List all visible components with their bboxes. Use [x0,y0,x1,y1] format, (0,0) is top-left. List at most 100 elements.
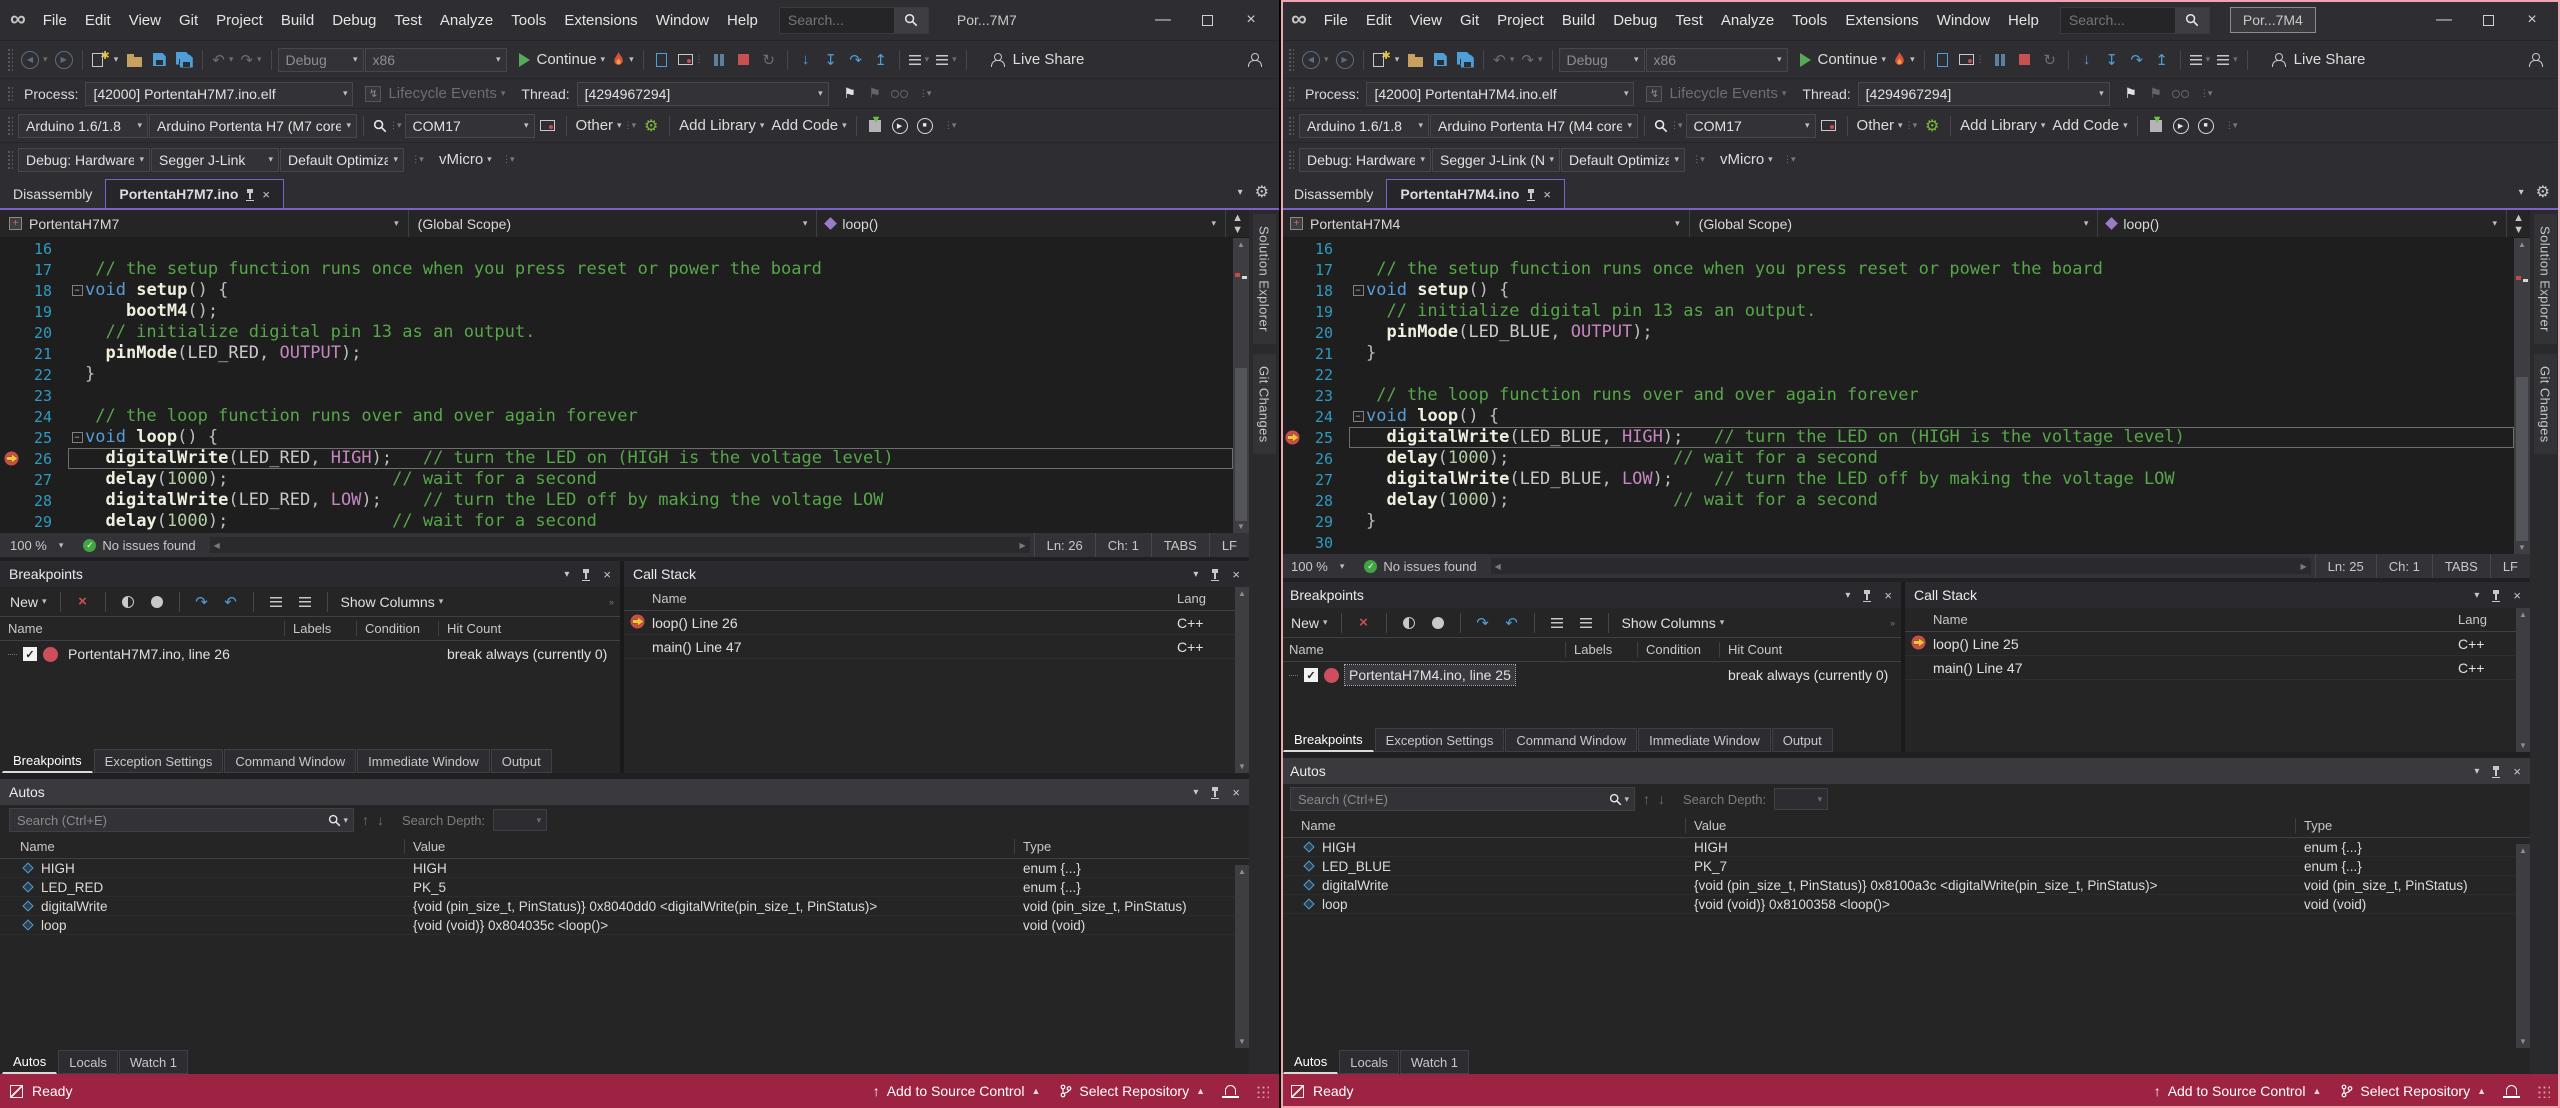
panel-close-icon[interactable]: × [603,567,611,582]
code-text[interactable]: // the setup function runs once when you… [85,259,822,280]
callstack-scrollbar[interactable]: ▲ ▼ [2516,608,2530,752]
memory-windows-button[interactable]: ▾ [933,47,960,73]
add-to-source-control-button[interactable]: ↑Add to Source Control▲ [2154,1083,2322,1099]
open-file-button[interactable] [1403,47,1427,73]
code-health-indicator[interactable]: ✓No issues found [73,538,205,553]
breakpoint-margin[interactable] [0,406,24,427]
panel-tab-locals[interactable]: Locals [58,1050,118,1074]
code-text[interactable]: bootM4(); [85,301,218,322]
autos-row[interactable]: digitalWrite{void (pin_size_t, PinStatus… [1281,876,2530,895]
panel-tab-output[interactable]: Output [491,749,552,773]
breakpoint-margin[interactable] [1281,511,1305,532]
debugger-dropdown[interactable]: Segger J-Link (NoC▾ [1432,148,1560,172]
breakpoint-margin[interactable] [0,364,24,385]
toolbar-grip[interactable] [1288,150,1294,169]
add-library-button[interactable]: Add Library▾ [1957,113,2048,139]
notifications-bell-icon[interactable] [1225,1085,1236,1095]
tab-disassembly[interactable]: Disassembly [1281,179,1386,208]
panel-pin-icon[interactable] [1214,570,1216,579]
breakpoint-margin[interactable] [0,511,24,532]
search-box[interactable] [779,7,929,34]
search-next-icon[interactable]: ↓ [1658,791,1665,807]
step-over-button[interactable]: ↷ [2125,47,2149,73]
autos-row[interactable]: LED_BLUEPK_7enum {...} [1281,857,2530,876]
go-to-disassembly-button[interactable] [1574,610,1598,636]
maximize-button[interactable] [2466,2,2510,38]
scroll-up-arrow[interactable]: ▲ [1233,240,1249,249]
breakpoint-margin[interactable] [1281,469,1305,490]
debug-mode-dropdown[interactable]: Debug: Hardware▾ [18,148,150,172]
go-to-source-button[interactable] [1545,610,1569,636]
scroll-up-arrow[interactable]: ▲ [1235,867,1249,876]
tab-list-chevron-icon[interactable]: ▾ [1238,187,1243,198]
fold-toggle-icon[interactable]: − [1350,285,1366,296]
fold-toggle-icon[interactable]: − [69,432,85,443]
navigate-forward-button[interactable]: ▶ [52,47,76,73]
process-dropdown[interactable]: [42000] PortentaH7M7.ino.elf▾ [85,82,353,106]
scope-dropdown[interactable]: (Global Scope)▾ [1690,210,2099,237]
stop-button[interactable] [732,47,756,73]
toolbar-overflow[interactable]: ⋮▾ [1686,147,1710,173]
scroll-down-arrow[interactable]: ▼ [2516,741,2530,750]
tabs-mode-indicator[interactable]: TABS [1151,533,1209,557]
tab-active-file[interactable]: PortentaH7M7.ino × [105,179,284,208]
optimization-dropdown[interactable]: Default Optimizati▾ [1561,148,1685,172]
other-menu-button[interactable]: Other▾⋮▾ [1854,113,1920,139]
menu-item-view[interactable]: View [1401,8,1451,33]
panel-pin-icon[interactable] [1866,591,1868,600]
editor-vertical-scrollbar[interactable]: ▲ ▼ [2514,238,2530,554]
panel-pin-icon[interactable] [2495,591,2497,600]
fold-toggle-icon[interactable]: − [1350,411,1366,422]
panel-tab-immediate-window[interactable]: Immediate Window [1638,728,1771,752]
tab-disassembly[interactable]: Disassembly [0,179,105,208]
delete-breakpoint-button[interactable]: × [71,589,95,615]
autos-search-box[interactable]: ▾ [1290,787,1635,811]
toolbar-overflow[interactable]: ⋮▾ [405,147,429,173]
watch-windows-button[interactable]: ▾ [2187,47,2214,73]
breakpoint-row[interactable]: ✓ PortentaH7M7.ino, line 26 break always… [0,641,620,667]
code-text[interactable]: digitalWrite(LED_RED, LOW); // turn the … [85,490,883,511]
autos-row[interactable]: HIGHHIGHenum {...} [0,859,1249,878]
select-repository-button[interactable]: Select Repository▲ [2341,1083,2486,1099]
board-dropdown[interactable]: Arduino Portenta H7 (M7 core▾ [149,114,357,138]
search-previous-icon[interactable]: ↑ [362,812,369,828]
live-share-button[interactable]: Live Share [987,47,1088,73]
panel-toolbar-overflow[interactable]: ›› [1890,618,1894,628]
arduino-ide-dropdown[interactable]: Arduino 1.6/1.8▾ [1299,114,1429,138]
split-editor-handle[interactable]: ▲▼ [1225,210,1249,237]
code-text[interactable]: void setup() { [1366,280,1509,301]
toolbar-grip[interactable] [1288,116,1294,135]
panel-menu-chevron-icon[interactable]: ▾ [1193,787,1198,798]
new-breakpoint-button[interactable]: New▾ [1288,610,1331,636]
code-text[interactable]: pinMode(LED_RED, OUTPUT); [85,343,361,364]
notifications-bell-icon[interactable] [2506,1085,2517,1095]
toggle-all-breakpoints-button[interactable] [1426,610,1450,636]
menu-item-project[interactable]: Project [1488,8,1553,33]
navigate-forward-button[interactable]: ▶ [1333,47,1357,73]
flag-all-threads-button[interactable]: ⚑ [863,81,887,107]
menu-item-window[interactable]: Window [1928,8,1999,33]
menu-item-git[interactable]: Git [1451,8,1488,33]
toolbar-overflow[interactable]: ⋮▾ [2194,81,2218,107]
breakpoint-margin[interactable] [0,343,24,364]
tab-list-chevron-icon[interactable]: ▾ [2519,187,2524,198]
editor-vertical-scrollbar[interactable]: ▲ ▼ [1233,238,1249,533]
project-dropdown[interactable]: +PortentaH7M4▾ [1281,210,1690,237]
scroll-up-arrow[interactable]: ▲ [2516,610,2530,619]
export-breakpoints-button[interactable]: ↷ [1471,610,1495,636]
search-depth-dropdown[interactable]: ▾ [1774,788,1828,810]
build-play-button[interactable]: ▶ [888,113,912,139]
menu-item-edit[interactable]: Edit [76,8,120,33]
menu-item-view[interactable]: View [120,8,170,33]
breakpoint-margin[interactable] [1281,532,1305,553]
scroll-down-arrow[interactable]: ▼ [1233,522,1249,531]
code-text[interactable]: } [1366,343,1376,364]
close-button[interactable]: × [1229,2,1273,38]
code-text[interactable]: void loop() { [85,427,218,448]
panel-tab-exception-settings[interactable]: Exception Settings [94,749,224,773]
autos-scrollbar[interactable]: ▲ ▼ [1235,865,1249,1048]
continue-button[interactable]: Continue▾ [1797,47,1890,73]
search-depth-dropdown[interactable]: ▾ [493,809,547,831]
close-button[interactable]: × [2510,2,2554,38]
eol-indicator[interactable]: LF [1209,533,1249,557]
